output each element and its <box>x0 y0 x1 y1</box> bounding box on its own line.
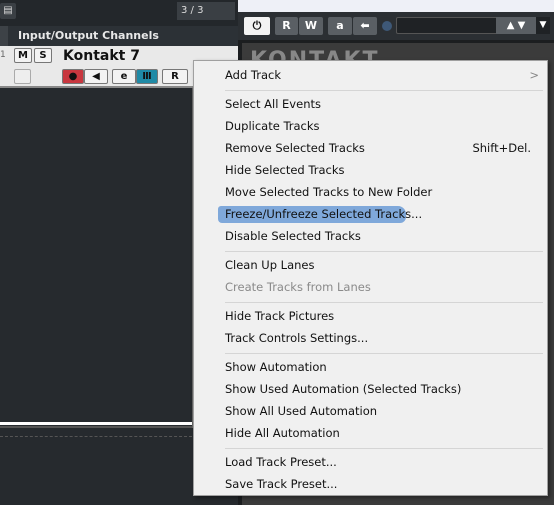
menu-separator <box>225 302 543 303</box>
shortcut-label: Shift+Del. <box>472 141 531 155</box>
monitor-button[interactable]: ◀ <box>84 69 108 84</box>
menu-item-label: Clean Up Lanes <box>225 258 315 272</box>
menu-item-track-controls-settings[interactable]: Track Controls Settings... <box>194 327 547 349</box>
menu-item-label: Show Used Automation (Selected Tracks) <box>225 382 462 396</box>
menu-separator <box>225 251 543 252</box>
chevron-down-icon[interactable]: ▼ <box>536 17 550 34</box>
menu-item-add-track[interactable]: Add Track > <box>194 64 547 86</box>
preset-up-down-icon[interactable]: ▲ ▼ <box>496 17 536 34</box>
instrument-icon[interactable]: Ⅲ <box>136 69 158 84</box>
menu-item-hide-selected-tracks[interactable]: Hide Selected Tracks <box>194 159 547 181</box>
menu-item-freeze-unfreeze-selected-tracks[interactable]: Freeze/Unfreeze Selected Tracks... <box>194 203 547 225</box>
track-number: 1 <box>0 50 6 60</box>
section-header[interactable]: Input/Output Channels <box>0 26 238 46</box>
menu-item-label: Move Selected Tracks to New Folder <box>225 185 433 199</box>
menu-item-hide-all-automation[interactable]: Hide All Automation <box>194 422 547 444</box>
menu-item-label: Show Automation <box>225 360 327 374</box>
menu-item-show-all-used-automation[interactable]: Show All Used Automation <box>194 400 547 422</box>
menu-item-label: Select All Events <box>225 97 321 111</box>
chevron-right-icon: > <box>529 68 539 82</box>
track-color-checkbox[interactable] <box>14 69 31 84</box>
plugin-title-bar <box>238 0 554 12</box>
menu-item-create-tracks-from-lanes: Create Tracks from Lanes <box>194 276 547 298</box>
menu-item-move-selected-tracks-to-new-folder[interactable]: Move Selected Tracks to New Folder <box>194 181 547 203</box>
project-toolbar: ▤ 3 / 3 <box>0 0 238 26</box>
menu-item-label: Save Track Preset... <box>225 477 338 491</box>
auto-button[interactable]: a <box>328 17 352 35</box>
arrow-left-icon[interactable]: ⬅ <box>353 17 377 35</box>
menu-item-show-used-automation-selected-tracks[interactable]: Show Used Automation (Selected Tracks) <box>194 378 547 400</box>
menu-item-label: Hide All Automation <box>225 426 340 440</box>
page-count: 3 / 3 <box>177 2 235 20</box>
menu-item-label: Disable Selected Tracks <box>225 229 361 243</box>
menu-separator <box>225 353 543 354</box>
menu-item-label: Show All Used Automation <box>225 404 378 418</box>
read-button[interactable]: R <box>275 17 298 35</box>
menu-item-label: Duplicate Tracks <box>225 119 320 133</box>
menu-item-label: Track Controls Settings... <box>225 331 369 345</box>
divider <box>0 436 192 437</box>
context-menu: Add Track > Select All Events Duplicate Tra… <box>193 60 548 496</box>
status-led <box>382 21 392 31</box>
track-name[interactable]: Kontakt 7 <box>63 48 140 64</box>
section-title: Input/Output Channels <box>18 29 159 42</box>
menu-item-clean-up-lanes[interactable]: Clean Up Lanes <box>194 254 547 276</box>
menu-item-hide-track-pictures[interactable]: Hide Track Pictures <box>194 305 547 327</box>
folder-icon[interactable]: ▤ <box>0 3 16 19</box>
divider <box>0 422 192 425</box>
menu-item-label: Load Track Preset... <box>225 455 337 469</box>
menu-item-label: Remove Selected Tracks <box>225 141 365 155</box>
menu-item-duplicate-tracks[interactable]: Duplicate Tracks <box>194 115 547 137</box>
divider <box>0 426 192 428</box>
solo-button[interactable]: S <box>34 48 52 63</box>
menu-item-remove-selected-tracks[interactable]: Remove Selected Tracks Shift+Del. <box>194 137 547 159</box>
menu-item-load-track-preset[interactable]: Load Track Preset... <box>194 451 547 473</box>
menu-item-label: Hide Track Pictures <box>225 309 335 323</box>
record-button[interactable]: ● <box>62 69 84 84</box>
menu-item-label: Create Tracks from Lanes <box>225 280 371 294</box>
menu-item-show-automation[interactable]: Show Automation <box>194 356 547 378</box>
menu-item-label: Add Track <box>225 68 282 82</box>
menu-item-select-all-events[interactable]: Select All Events <box>194 93 547 115</box>
write-button[interactable]: W <box>299 17 323 35</box>
power-icon[interactable]: ⏻ <box>244 17 270 35</box>
edit-button[interactable]: e <box>112 69 136 84</box>
menu-item-disable-selected-tracks[interactable]: Disable Selected Tracks <box>194 225 547 247</box>
read-automation-button[interactable]: R <box>162 69 188 84</box>
menu-separator <box>225 90 543 91</box>
menu-item-label: Freeze/Unfreeze Selected Tracks... <box>225 207 423 221</box>
menu-item-save-track-preset[interactable]: Save Track Preset... <box>194 473 547 495</box>
mute-button[interactable]: M <box>14 48 32 63</box>
menu-separator <box>225 448 543 449</box>
menu-item-label: Hide Selected Tracks <box>225 163 345 177</box>
